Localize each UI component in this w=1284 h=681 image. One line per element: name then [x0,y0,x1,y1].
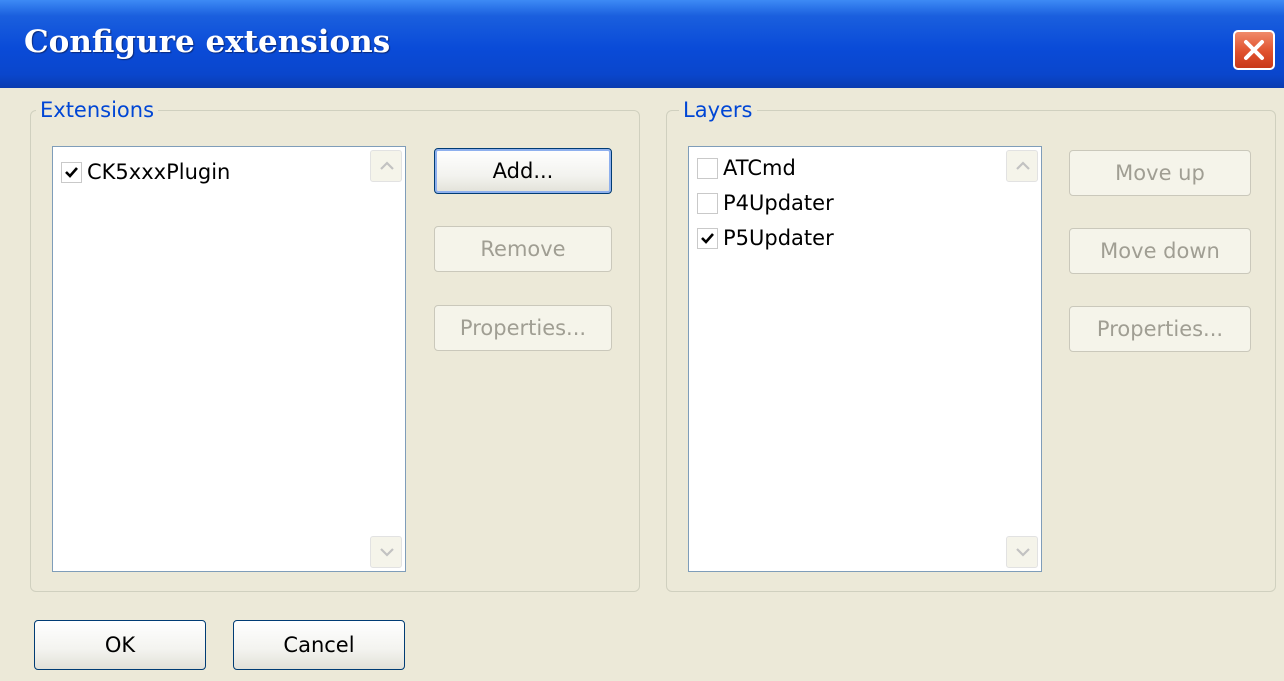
configure-extensions-dialog: Configure extensions Extensions CK5xxxPl… [0,0,1284,681]
layer-properties-button[interactable]: Properties... [1069,306,1251,352]
layers-scrollbar[interactable] [1006,150,1038,568]
layers-list[interactable]: ATCmd P4Updater P5Updater [688,146,1042,572]
window-title: Configure extensions [24,24,391,60]
list-item[interactable]: P5Updater [697,223,834,253]
checkmark-icon [65,166,78,178]
ok-button[interactable]: OK [34,620,206,670]
chevron-up-icon [380,161,394,170]
title-bar[interactable]: Configure extensions [0,0,1284,88]
layer-label: P4Updater [723,191,834,215]
scroll-down-button[interactable] [370,536,402,568]
layer-checkbox[interactable] [697,227,718,249]
list-item[interactable]: CK5xxxPlugin [61,157,230,187]
layer-checkbox[interactable] [697,192,718,214]
move-up-button[interactable]: Move up [1069,150,1251,196]
extensions-list[interactable]: CK5xxxPlugin [52,146,406,572]
extension-checkbox[interactable] [61,161,82,183]
scroll-down-button[interactable] [1006,536,1038,568]
layer-checkbox[interactable] [697,157,718,179]
add-button[interactable]: Add... [434,148,612,194]
list-item[interactable]: ATCmd [697,153,796,183]
chevron-down-icon [380,548,394,557]
extensions-group-label: Extensions [36,98,159,122]
extensions-scrollbar[interactable] [370,150,402,568]
cancel-button[interactable]: Cancel [233,620,405,670]
close-icon [1244,40,1264,60]
layers-group-label: Layers [679,98,757,122]
scroll-up-button[interactable] [370,150,402,182]
list-item[interactable]: P4Updater [697,188,834,218]
layer-label: ATCmd [723,156,796,180]
extension-properties-button[interactable]: Properties... [434,305,612,351]
remove-button[interactable]: Remove [434,226,612,272]
checkmark-icon [701,232,714,244]
move-down-button[interactable]: Move down [1069,228,1251,274]
close-button[interactable] [1233,30,1275,70]
chevron-up-icon [1016,161,1030,170]
layer-label: P5Updater [723,226,834,250]
scroll-up-button[interactable] [1006,150,1038,182]
dialog-client-area: Extensions CK5xxxPlugin Add... Remove Pr… [0,88,1284,681]
chevron-down-icon [1016,548,1030,557]
extension-label: CK5xxxPlugin [87,160,231,184]
